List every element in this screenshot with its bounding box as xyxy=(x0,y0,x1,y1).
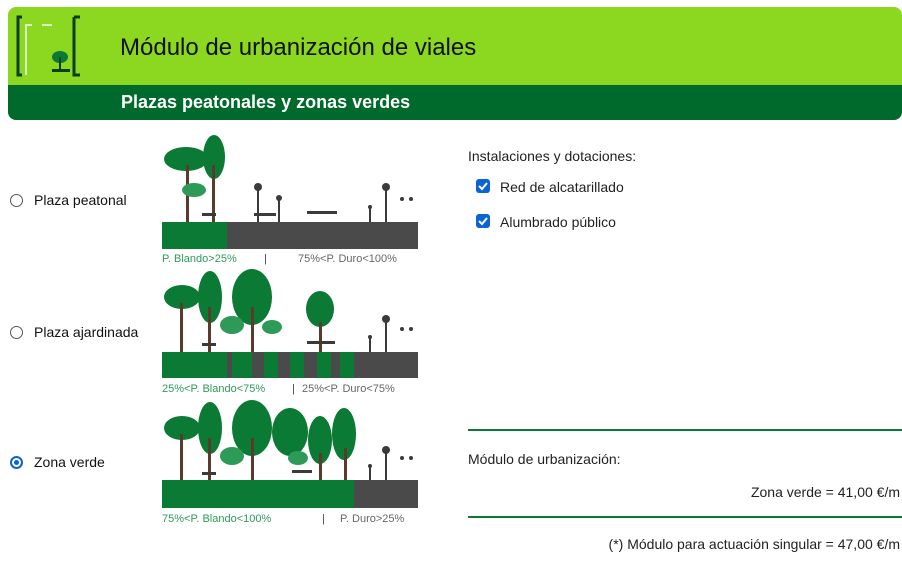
illustration-plaza-ajardinada: 25%<P. Blando<75% | 25%<P. Duro<75% xyxy=(162,269,418,395)
radio-zona-verde[interactable] xyxy=(10,456,23,469)
option-label: Plaza ajardinada xyxy=(34,324,139,340)
radio-plaza-peatonal[interactable] xyxy=(10,194,23,207)
caption-sep: | xyxy=(292,383,295,395)
header: Módulo de urbanización de viales Plazas … xyxy=(8,7,902,120)
illustration-plaza-peatonal: P. Blando>25% | 75%<P. Duro<100% xyxy=(162,135,418,265)
caption-hard: 75%<P. Duro<100% xyxy=(298,253,397,265)
caption-soft: 75%<P. Blando<100% xyxy=(162,513,271,525)
check-icon xyxy=(478,182,488,191)
hard-pavement xyxy=(354,480,418,508)
park-bench-tree-icon xyxy=(16,15,80,77)
option-label: Plaza peatonal xyxy=(34,192,127,208)
checkbox-alumbrado-publico[interactable] xyxy=(476,214,490,228)
illustration-zona-verde: 75%<P. Blando<100% | P. Duro>25% xyxy=(162,400,418,525)
caption-hard: 25%<P. Duro<75% xyxy=(302,383,395,395)
option-label: Zona verde xyxy=(34,454,105,470)
caption-sep: | xyxy=(322,513,325,525)
module-note: (*) Módulo para actuación singular = 47,… xyxy=(608,536,900,552)
caption-sep: | xyxy=(264,253,267,265)
hard-pavement xyxy=(227,222,418,249)
soft-pavement xyxy=(162,222,227,249)
checkbox-label: Alumbrado público xyxy=(500,214,616,230)
radio-plaza-ajardinada[interactable] xyxy=(10,326,23,339)
caption-hard: P. Duro>25% xyxy=(340,513,405,525)
check-icon xyxy=(478,217,488,226)
installations-title: Instalaciones y dotaciones: xyxy=(468,148,637,164)
checkbox-label: Red de alcatarillado xyxy=(500,179,624,195)
app-title: Módulo de urbanización de viales xyxy=(120,34,477,61)
divider-bottom xyxy=(468,516,902,518)
caption-soft: P. Blando>25% xyxy=(162,253,237,265)
section-subtitle: Plazas peatonales y zonas verdes xyxy=(121,92,411,112)
divider-top xyxy=(468,429,902,431)
module-title: Módulo de urbanización: xyxy=(468,451,621,467)
module-value: Zona verde = 41,00 €/m xyxy=(750,484,900,500)
caption-soft: 25%<P. Blando<75% xyxy=(162,383,265,395)
checkbox-red-alcatarillado[interactable] xyxy=(476,179,490,193)
soft-pavement xyxy=(162,480,354,508)
